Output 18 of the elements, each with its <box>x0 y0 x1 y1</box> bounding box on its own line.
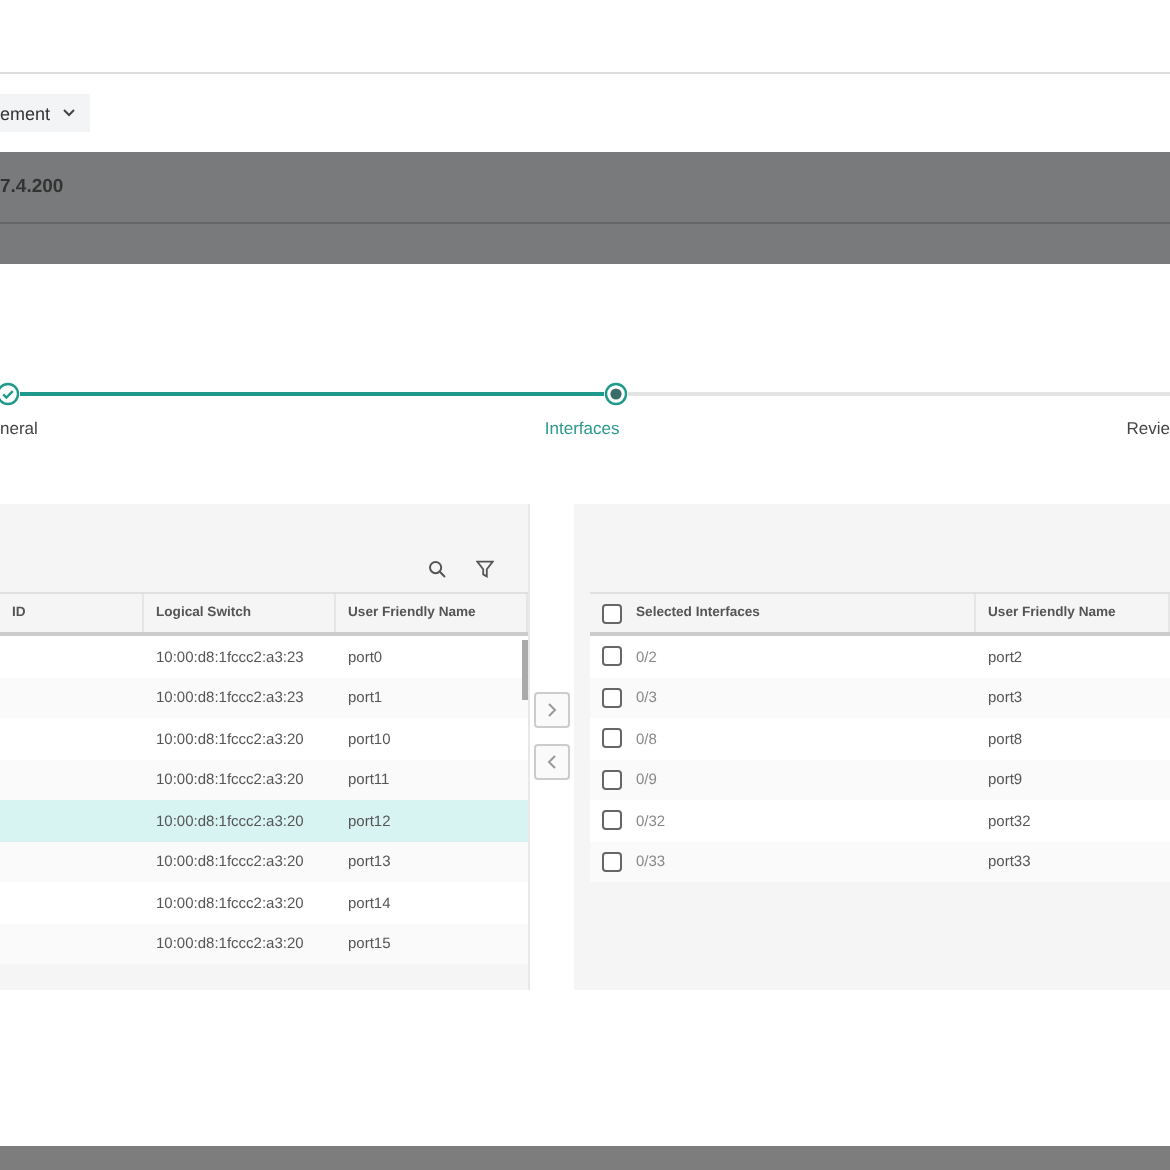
chevron-left-icon <box>546 753 558 769</box>
filter-icon <box>476 560 494 578</box>
checkbox[interactable] <box>602 646 622 667</box>
checkbox[interactable] <box>602 851 622 872</box>
checkbox[interactable] <box>602 769 622 790</box>
step-label[interactable]: Interfaces <box>544 418 620 438</box>
checkbox[interactable] <box>602 728 622 749</box>
chevron-right-icon <box>546 701 558 717</box>
dropdown-button[interactable]: ement <box>0 94 90 132</box>
checkbox[interactable] <box>602 687 622 708</box>
search-icon <box>428 560 446 578</box>
checkbox[interactable] <box>602 603 622 623</box>
step-label[interactable]: neral <box>0 418 38 438</box>
banner-title: 7.4.200 <box>0 176 64 198</box>
chevron-down-icon <box>62 108 77 118</box>
step-label[interactable]: Revie <box>1126 418 1170 438</box>
scrollbar[interactable] <box>522 640 528 700</box>
checkbox[interactable] <box>602 810 622 831</box>
